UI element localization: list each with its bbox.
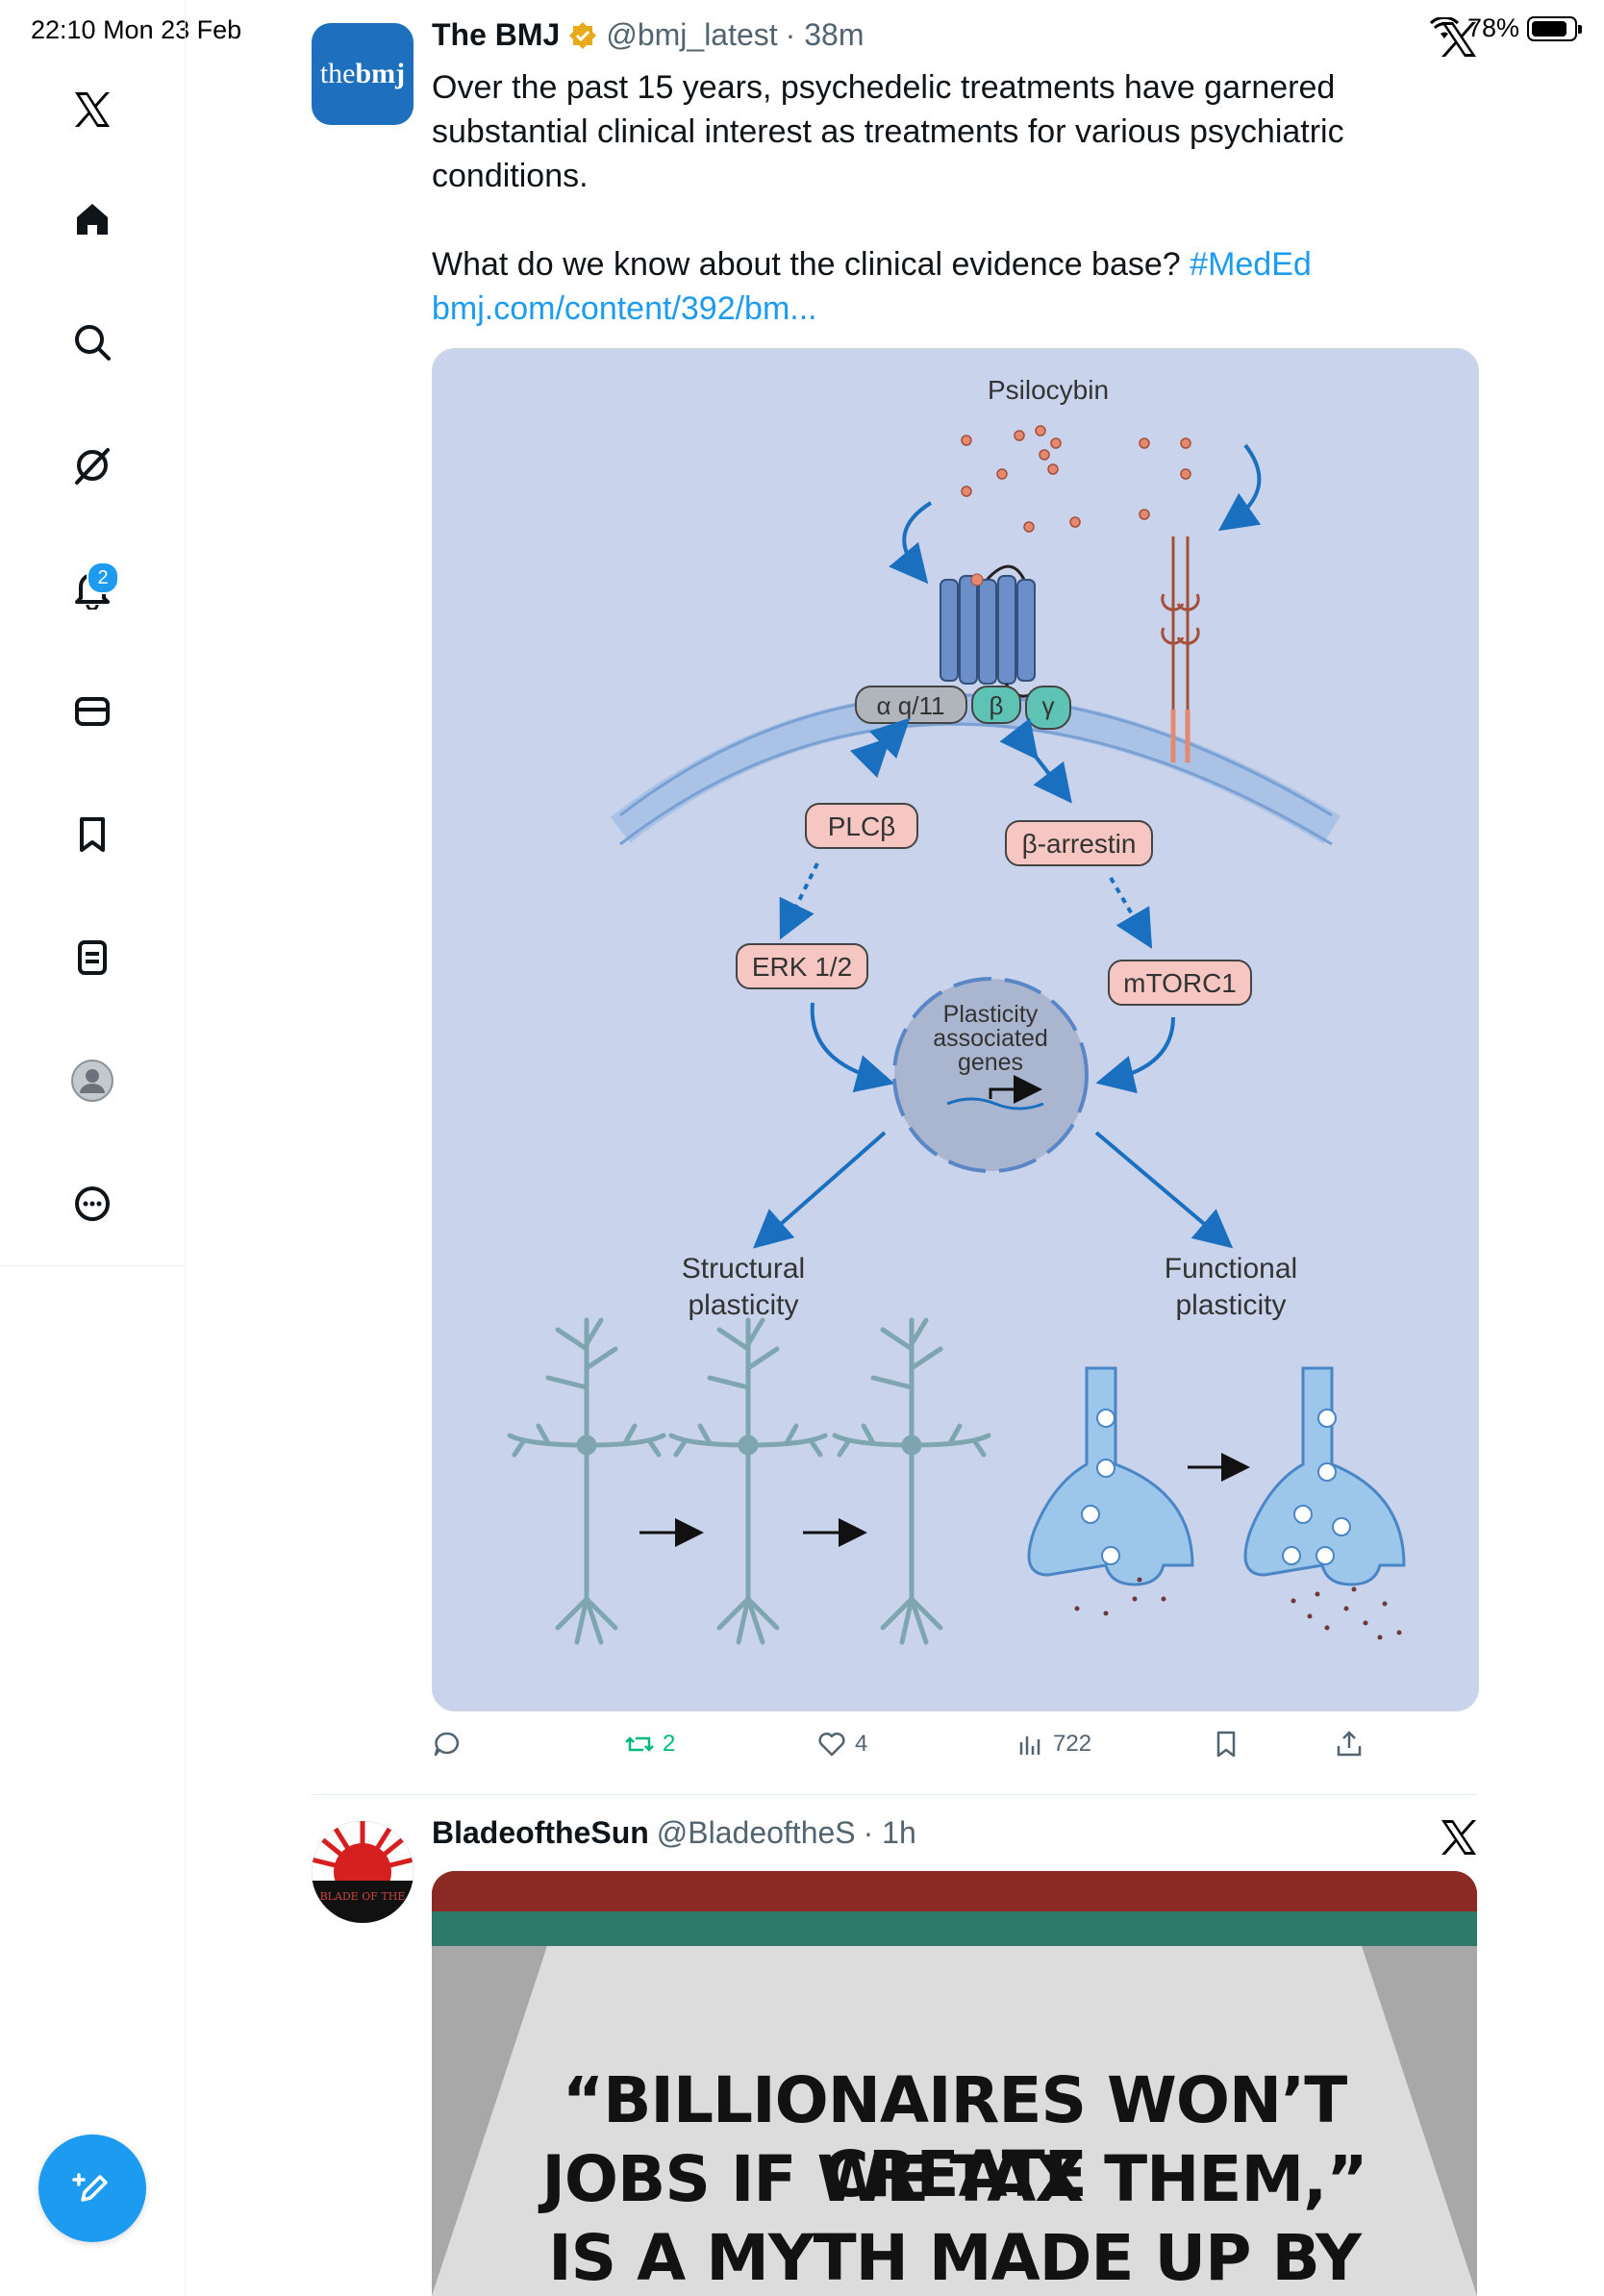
like-button[interactable]: 4: [816, 1729, 867, 1759]
post-time: · 38m: [785, 17, 865, 52]
subunit-beta-label: β: [990, 691, 1004, 720]
mtorc-label: mTORC1: [1123, 968, 1237, 998]
view-count: 722: [1053, 1731, 1092, 1757]
battery-icon: [1527, 15, 1582, 41]
reply-button[interactable]: [432, 1729, 463, 1759]
x-logo-icon[interactable]: [1439, 1817, 1479, 1858]
repost-count: 2: [663, 1731, 676, 1757]
x-logo-icon[interactable]: [58, 75, 127, 144]
notifications-bell-icon[interactable]: 2: [58, 554, 127, 623]
meme-text-line-3: IS A MYTH MADE UP BY: [548, 2221, 1362, 2295]
tweet-separator: [311, 1794, 1477, 1795]
tweet-image-meme[interactable]: “BILLIONAIRES WON’T CREATE JOBS IF WE TA…: [432, 1871, 1477, 2296]
subunit-gamma-label: γ: [1042, 691, 1055, 720]
author-handle[interactable]: @BladeoftheS: [657, 1815, 856, 1851]
author-name[interactable]: BladeoftheSun: [432, 1815, 649, 1851]
bmj-avatar[interactable]: thebmj: [312, 23, 414, 125]
gpcr-receptor: [940, 564, 1040, 698]
views-button[interactable]: 722: [1015, 1729, 1091, 1759]
nucleus-label-2: associated: [933, 1025, 1048, 1052]
x-logo-icon[interactable]: [1439, 19, 1479, 60]
home-icon[interactable]: [58, 185, 127, 254]
psilocybin-label: Psilocybin: [988, 375, 1109, 405]
bookmarks-icon[interactable]: [58, 800, 127, 869]
meme-rail: [432, 1911, 1477, 1946]
messages-icon[interactable]: [58, 677, 127, 746]
hashtag-link[interactable]: #MedEd: [1190, 246, 1312, 283]
barrestin-label: β-arrestin: [1022, 829, 1137, 859]
subunit-alpha-label: α q/11: [877, 691, 945, 720]
analytics-icon: [1019, 1736, 1040, 1755]
lists-icon[interactable]: [58, 923, 127, 992]
compose-quill-icon: [72, 2173, 108, 2202]
like-count: 4: [855, 1731, 868, 1757]
nucleus-label-1: Plasticity: [943, 1001, 1039, 1028]
share-button[interactable]: [1334, 1729, 1365, 1759]
plcb-label: PLCβ: [828, 811, 896, 841]
author-handle[interactable]: @bmj_latest: [606, 17, 777, 53]
avatar-text: BLADE OF THE: [320, 1890, 406, 1903]
heart-icon: [818, 1732, 845, 1757]
functional-label-1: Functional: [1165, 1253, 1297, 1285]
tweet-paragraph-1: Over the past 15 years, psychedelic trea…: [432, 69, 1344, 194]
profile-avatar-icon[interactable]: [58, 1046, 127, 1115]
compose-post-button[interactable]: [38, 2134, 146, 2242]
psilocybin-molecules: [961, 425, 1191, 533]
tweet-action-bar: 2 4 722: [432, 1729, 1393, 1767]
tweet-paragraph-2: What do we know about the clinical evide…: [432, 246, 1181, 283]
nucleus-label-3: genes: [958, 1049, 1023, 1076]
meme-text-line-2: JOBS IF WE TAX THEM,”: [541, 2142, 1367, 2216]
tweet-image-figure[interactable]: α q/11 β γ Psilocybin PLCβ β-arrestin ER…: [432, 348, 1479, 1711]
functional-label-2: plasticity: [1175, 1289, 1286, 1321]
more-icon[interactable]: [58, 1169, 127, 1238]
bladeofthesun-avatar[interactable]: BLADE OF THE: [312, 1821, 414, 1923]
tweet-text: Over the past 15 years, psychedelic trea…: [432, 65, 1490, 331]
author-name[interactable]: The BMJ: [432, 17, 560, 53]
post-time: · 1h: [863, 1815, 916, 1850]
grok-icon[interactable]: [58, 431, 127, 500]
article-link[interactable]: bmj.com/content/392/bm...: [432, 290, 817, 327]
verified-badge-icon: [569, 21, 597, 49]
bookmark-button[interactable]: [1211, 1729, 1241, 1759]
reply-icon: [434, 1732, 460, 1757]
trkb-receptor: [1161, 537, 1200, 762]
repost-icon: [625, 1736, 654, 1752]
repost-button[interactable]: 2: [624, 1729, 675, 1759]
meme-top-frame: [432, 1871, 1477, 1911]
tweet-header: BladeoftheSun @BladeoftheS · 1h: [432, 1815, 916, 1851]
sidebar: 2: [0, 0, 186, 2296]
structural-label-1: Structural: [682, 1253, 805, 1285]
notifications-badge: 2: [87, 562, 119, 594]
sidebar-divider: [0, 1265, 185, 1266]
cell-membrane: [610, 693, 1341, 844]
structural-label-2: plasticity: [688, 1289, 798, 1321]
tweet-header: The BMJ @bmj_latest · 38m: [432, 17, 864, 53]
synapse-illustrations: [1027, 1366, 1406, 1640]
erk-label: ERK 1/2: [752, 952, 852, 982]
bookmark-icon: [1216, 1731, 1236, 1758]
neuron-illustrations: [507, 1317, 989, 1645]
share-icon: [1337, 1731, 1362, 1757]
search-icon[interactable]: [58, 308, 127, 377]
